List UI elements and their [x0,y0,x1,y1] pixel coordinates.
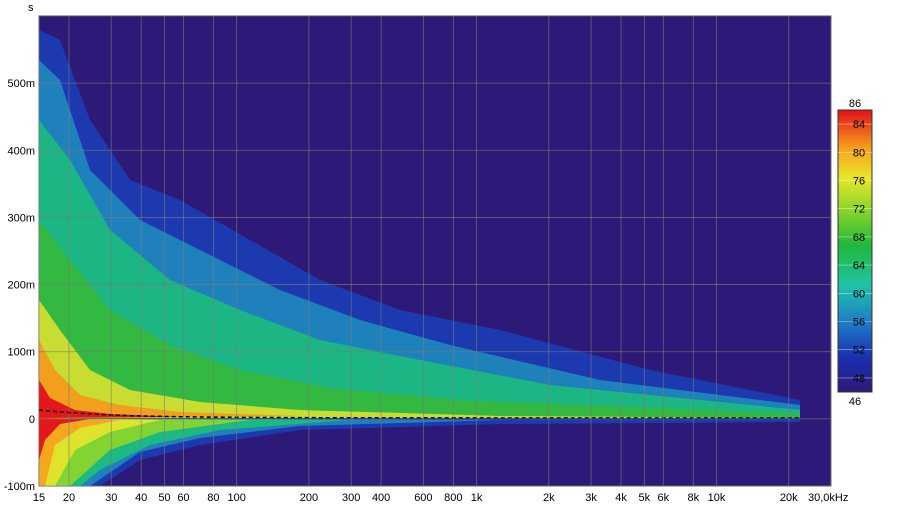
x-tick-label: 600 [414,492,432,504]
x-tick-label: 6k [657,492,669,504]
x-tick-label: 20k [780,492,798,504]
spectrogram-chart: 15 20 30 40 50 60 80 100 200 300 400 600 800 1k 2k 3k 4k… [4,2,873,504]
x-tick-label: 1k [471,492,483,504]
x-tick-label: 40 [135,492,147,504]
colorbar-tick-label: 60 [853,288,865,300]
x-tick-label: 3k [585,492,597,504]
x-tick-label: 20 [63,492,75,504]
colorbar-tick-label: 48 [853,373,865,385]
y-axis: -100m 0 100m 200m 300m 400m 500m [4,78,35,493]
colorbar-tick-label: 52 [853,345,865,357]
colorbar-min-label: 46 [849,396,861,408]
y-tick-label: 500m [7,78,35,90]
x-tick-label: 30,0kHz [808,492,848,504]
x-tick-label: 15 [33,492,45,504]
y-tick-label: 400m [7,145,35,157]
x-tick-label: 8k [687,492,699,504]
x-tick-label: 5k [638,492,650,504]
colorbar-max-label: 86 [849,98,861,110]
colorbar-tick-label: 68 [853,232,865,244]
x-axis: 15 20 30 40 50 60 80 100 200 300 400 600 800 1k 2k 3k 4k… [33,492,848,504]
x-tick-label: 4k [615,492,627,504]
x-tick-label: 80 [207,492,219,504]
colorbar-tick-label: 84 [853,119,865,131]
colorbar-tick-label: 72 [853,204,865,216]
y-tick-label: 100m [7,347,35,359]
x-tick-label: 50 [158,492,170,504]
colorbar-tick-label: 56 [853,317,865,329]
x-tick-label: 30 [105,492,117,504]
y-tick-label: 300m [7,212,35,224]
x-tick-label: 200 [300,492,318,504]
colorbar: 48 52 56 60 64 68 72 76 80 84 86 46 [837,98,873,408]
y-axis-unit-label: s [28,2,34,14]
x-tick-label: 300 [342,492,360,504]
colorbar-tick-label: 64 [853,260,865,272]
colorbar-tick-label: 76 [853,176,865,188]
x-tick-label: 100 [227,492,245,504]
x-tick-label: 60 [177,492,189,504]
x-tick-label: 400 [372,492,390,504]
x-tick-label: 10k [708,492,726,504]
y-tick-label: 0 [29,414,35,426]
x-tick-label: 2k [543,492,555,504]
y-tick-label: -100m [4,481,35,493]
colorbar-tick-label: 80 [853,147,865,159]
x-tick-label: 800 [444,492,462,504]
y-tick-label: 200m [7,280,35,292]
